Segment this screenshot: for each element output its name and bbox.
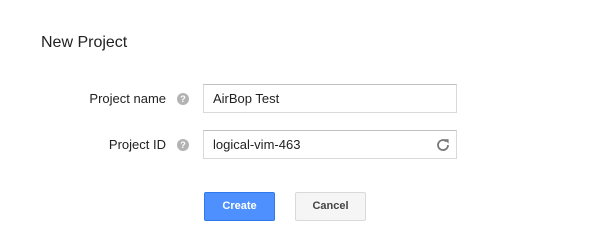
project-name-input[interactable] [204, 85, 456, 112]
project-id-field[interactable] [203, 130, 457, 159]
project-name-help-icon[interactable]: ? [177, 93, 189, 105]
create-button[interactable]: Create [204, 192, 275, 221]
dialog-title: New Project [41, 34, 128, 51]
project-id-row: Project ID ? [0, 130, 595, 160]
project-id-input[interactable] [204, 131, 456, 158]
project-id-help-icon[interactable]: ? [177, 139, 189, 151]
project-name-field[interactable] [203, 84, 457, 113]
project-name-label: Project name [89, 91, 166, 106]
refresh-icon[interactable] [435, 137, 451, 153]
project-id-label: Project ID [108, 137, 166, 152]
project-name-row: Project name ? [0, 84, 595, 114]
cancel-button[interactable]: Cancel [295, 192, 366, 221]
new-project-dialog: New Project Project name ? Project ID ? … [0, 0, 595, 251]
